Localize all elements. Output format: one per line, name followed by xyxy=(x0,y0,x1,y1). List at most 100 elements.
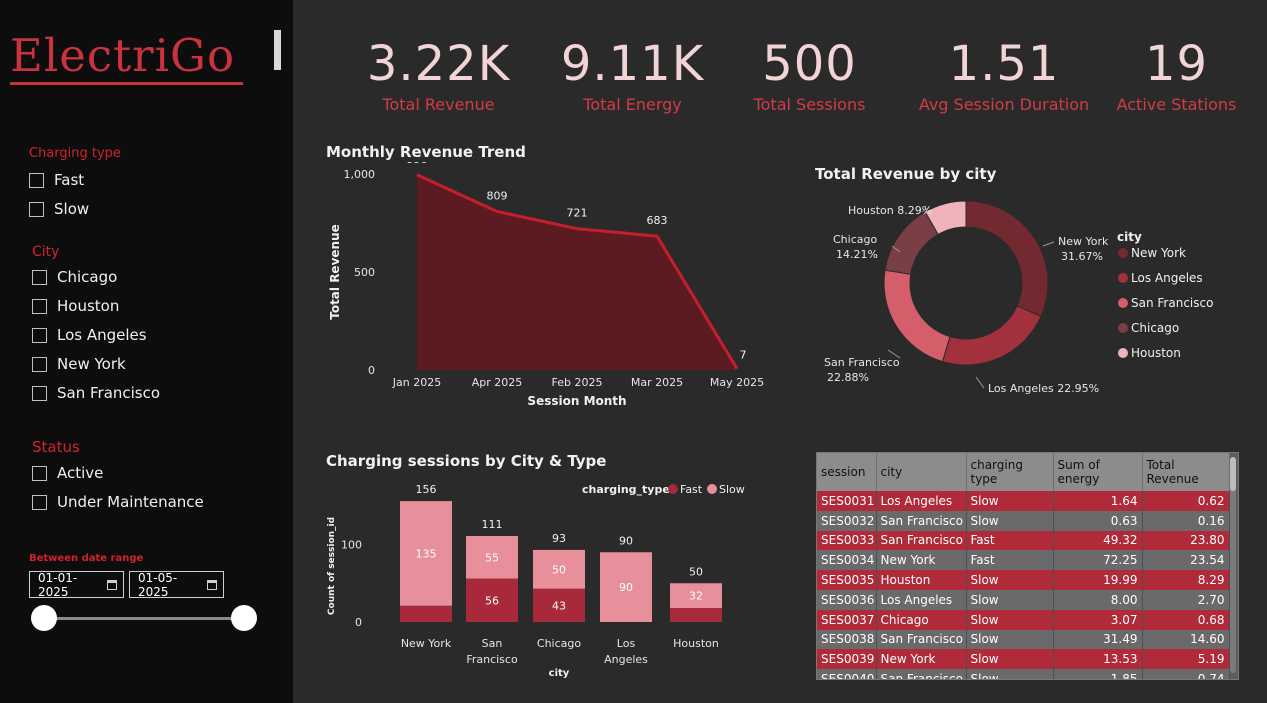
bar-total-label: 111 xyxy=(482,518,503,531)
x-tick-label: New York xyxy=(401,637,452,650)
table-cell: 0.74 xyxy=(1142,669,1230,679)
filter-title-city: City xyxy=(32,244,60,260)
table-row[interactable]: SES0036 Los Angeles Slow 8.00 2.70 xyxy=(817,589,1230,610)
table-scroll-thumb[interactable] xyxy=(1230,457,1236,491)
filter-option-slow[interactable]: Slow xyxy=(29,200,89,218)
slice-label: 14.21% xyxy=(836,248,878,261)
calendar-icon[interactable] xyxy=(207,579,217,590)
legend-label: Houston xyxy=(1131,346,1181,360)
checkbox[interactable] xyxy=(32,269,47,285)
checkbox[interactable] xyxy=(32,356,47,372)
table-cell: Slow xyxy=(966,510,1054,531)
sessions-table[interactable]: session city charging type Sum of energy Tot… xyxy=(816,452,1239,680)
table-cell: Slow xyxy=(966,629,1054,650)
kpi-value: 9.11K xyxy=(560,36,705,92)
legend-title: charging_type xyxy=(582,483,670,496)
filter-title-date-range: Between date range xyxy=(29,553,144,564)
x-tick-label: Mar 2025 xyxy=(631,376,683,389)
legend-label: Fast xyxy=(680,483,703,496)
table-cell: 5.19 xyxy=(1142,649,1230,670)
filter-option-new-york[interactable]: New York xyxy=(32,355,126,373)
table-cell: 14.60 xyxy=(1142,629,1230,650)
slice-label: Los Angeles 22.95% xyxy=(988,382,1099,395)
date-range-slider-start-handle[interactable] xyxy=(31,605,57,631)
column-header[interactable]: charging type xyxy=(966,453,1054,491)
filter-option-under-maintenance[interactable]: Under Maintenance xyxy=(32,493,204,511)
table-row[interactable]: SES0038 San Francisco Slow 31.49 14.60 xyxy=(817,629,1230,650)
checkbox[interactable] xyxy=(32,298,47,314)
filter-option-fast[interactable]: Fast xyxy=(29,171,84,189)
filter-sidebar: ElectriGo Charging type Fast Slow City C… xyxy=(0,0,293,703)
filter-title-charging-type: Charging type xyxy=(29,146,121,161)
table-cell: 0.16 xyxy=(1142,510,1230,531)
column-header[interactable]: city xyxy=(876,453,967,491)
table-cell: San Francisco xyxy=(876,669,967,679)
table-cell: SES0039 xyxy=(817,649,877,670)
end-date-input[interactable]: 01-05-2025 xyxy=(129,571,224,599)
legend-marker xyxy=(1118,298,1128,308)
column-header[interactable]: Total Revenue xyxy=(1142,453,1230,491)
start-date-input[interactable]: 01-01-2025 xyxy=(29,571,124,599)
calendar-icon[interactable] xyxy=(107,579,117,590)
y-tick-label: 0 xyxy=(368,364,375,377)
x-tick-label: Angeles xyxy=(604,653,648,666)
table-cell: 3.07 xyxy=(1053,609,1143,630)
table-cell: Los Angeles xyxy=(876,491,967,511)
date-range-slider-end-handle[interactable] xyxy=(231,605,257,631)
checkbox[interactable] xyxy=(32,465,47,481)
table-cell: Slow xyxy=(966,570,1054,590)
checkbox[interactable] xyxy=(29,201,44,217)
table-cell: 8.29 xyxy=(1142,570,1230,590)
table-cell: 23.80 xyxy=(1142,530,1230,551)
revenue-trend-title: Monthly Revenue Trend xyxy=(326,143,526,161)
table-row[interactable]: SES0040 San Francisco Slow 1.85 0.74 xyxy=(817,669,1230,679)
app-logo: ElectriGo xyxy=(10,30,244,85)
filter-option-houston[interactable]: Houston xyxy=(32,297,119,315)
checkbox[interactable] xyxy=(32,494,47,510)
revenue-area xyxy=(417,174,737,370)
y-tick-label: 1,000 xyxy=(344,168,376,181)
table-cell: Slow xyxy=(966,491,1054,511)
table-cell: 8.00 xyxy=(1053,589,1143,610)
date-range-slider-track[interactable] xyxy=(44,617,244,620)
kpi-label: Active Stations xyxy=(1116,95,1237,114)
table-row[interactable]: SES0034 New York Fast 72.25 23.54 xyxy=(817,550,1230,571)
table-cell: 0.62 xyxy=(1142,491,1230,511)
table-cell: 1.64 xyxy=(1053,491,1143,511)
filter-option-los-angeles[interactable]: Los Angeles xyxy=(32,326,147,344)
x-axis-title: city xyxy=(549,668,570,679)
filter-option-active[interactable]: Active xyxy=(32,464,103,482)
table-cell: SES0037 xyxy=(817,609,877,630)
legend-marker xyxy=(1118,348,1128,358)
table-cell: San Francisco xyxy=(876,510,967,531)
table-cell: 2.70 xyxy=(1142,589,1230,610)
filter-option-san-francisco[interactable]: San Francisco xyxy=(32,384,160,402)
x-axis-title: Session Month xyxy=(527,394,626,408)
table-row[interactable]: SES0032 San Francisco Slow 0.63 0.16 xyxy=(817,510,1230,531)
legend-label: Chicago xyxy=(1131,321,1179,335)
table-cell: SES0040 xyxy=(817,669,877,679)
table-cell: SES0035 xyxy=(817,570,877,590)
filter-option-chicago[interactable]: Chicago xyxy=(32,268,117,286)
table-cell: San Francisco xyxy=(876,530,967,551)
kpi-active-stations: 19 Active Stations xyxy=(1089,35,1264,114)
table-row[interactable]: SES0033 San Francisco Fast 49.32 23.80 xyxy=(817,530,1230,551)
leader-line xyxy=(1042,241,1055,247)
table-row[interactable]: SES0039 New York Slow 13.53 5.19 xyxy=(817,649,1230,670)
kpi-total-sessions: 500 Total Sessions xyxy=(722,35,897,114)
table-row[interactable]: SES0035 Houston Slow 19.99 8.29 xyxy=(817,570,1230,590)
data-label: 996 xyxy=(407,162,428,166)
x-tick-label: May 2025 xyxy=(710,376,764,389)
checkbox[interactable] xyxy=(32,327,47,343)
checkbox[interactable] xyxy=(32,385,47,401)
column-header[interactable]: Sum of energy xyxy=(1053,453,1143,491)
legend-label: Los Angeles xyxy=(1131,271,1203,285)
table-cell: 49.32 xyxy=(1053,530,1143,551)
checkbox[interactable] xyxy=(29,172,44,188)
table-cell: SES0033 xyxy=(817,530,877,551)
table-row[interactable]: SES0031 Los Angeles Slow 1.64 0.62 xyxy=(817,491,1230,511)
slice-los-angeles xyxy=(941,305,1042,366)
column-header[interactable]: session xyxy=(817,453,877,491)
table-row[interactable]: SES0037 Chicago Slow 3.07 0.68 xyxy=(817,609,1230,630)
kpi-value: 3.22K xyxy=(366,36,511,92)
